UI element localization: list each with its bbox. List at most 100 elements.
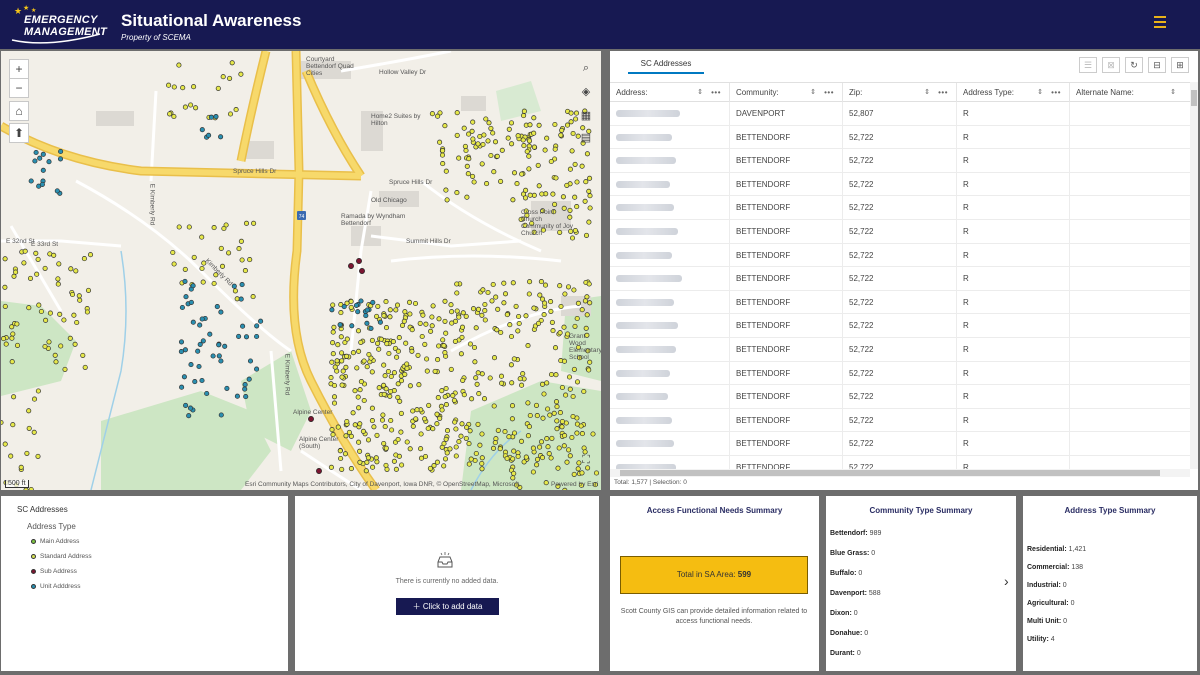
address-point xyxy=(574,379,581,385)
legend-item: Sub Address xyxy=(31,568,77,575)
column-header-alternate-name[interactable]: Alternate Name: ⇕ xyxy=(1070,83,1190,103)
address-point xyxy=(476,391,482,397)
table-row[interactable]: BETTENDORF 52,722 R xyxy=(610,149,1190,173)
zoom-in-button[interactable]: + xyxy=(9,59,29,79)
hamburger-icon[interactable] xyxy=(1154,16,1166,30)
basemap-gallery-icon[interactable]: ▦ xyxy=(577,107,595,125)
address-point xyxy=(2,284,8,290)
community-stat: Durant: 0 xyxy=(830,650,861,657)
show-selected-icon[interactable]: ☰ xyxy=(1079,57,1097,73)
home-icon[interactable]: ⌂ xyxy=(9,101,29,121)
address-point xyxy=(356,405,362,411)
address-point xyxy=(422,341,428,347)
address-point xyxy=(67,335,73,341)
more-icon[interactable]: ••• xyxy=(824,83,834,103)
address-point xyxy=(382,424,388,430)
more-icon[interactable]: ••• xyxy=(711,83,721,103)
cell-community: BETTENDORF xyxy=(730,243,843,267)
address-point xyxy=(545,444,551,450)
column-header-address[interactable]: Address: ⇕ ••• xyxy=(610,83,730,103)
cell-zip: 52,722 xyxy=(843,314,957,338)
table-row[interactable]: BETTENDORF 52,722 R xyxy=(610,337,1190,362)
compass-icon[interactable]: ⬆ xyxy=(9,123,29,143)
address-point xyxy=(350,410,356,416)
map-canvas[interactable]: 74 xyxy=(1,51,601,490)
address-point xyxy=(452,419,458,425)
zoom-out-button[interactable]: − xyxy=(9,78,29,98)
vertical-scrollbar[interactable] xyxy=(1190,82,1198,469)
table-row[interactable]: BETTENDORF 52,722 R xyxy=(610,125,1190,150)
address-point xyxy=(193,105,199,111)
table-row[interactable]: BETTENDORF 52,722 R xyxy=(610,385,1190,409)
sort-icon[interactable]: ⇕ xyxy=(1170,83,1176,103)
esri-powered-by[interactable]: Powered by Esri xyxy=(551,481,598,488)
address-point xyxy=(210,353,216,359)
address-point xyxy=(572,161,578,167)
more-icon[interactable]: ••• xyxy=(1051,83,1061,103)
address-point xyxy=(494,327,500,333)
address-point xyxy=(220,74,226,80)
afn-total-box: Total in SA Area: 599 xyxy=(620,556,808,594)
more-icon[interactable]: ••• xyxy=(938,83,948,103)
horizontal-scrollbar[interactable] xyxy=(610,469,1190,477)
address-point xyxy=(396,335,402,341)
clear-selection-icon[interactable]: ⊠ xyxy=(1102,57,1120,73)
address-point xyxy=(181,374,187,380)
add-data-button[interactable]: ＋ Click to add data xyxy=(396,598,499,615)
address-point xyxy=(171,113,177,120)
address-point xyxy=(586,219,592,225)
address-point xyxy=(504,312,510,318)
filter-icon[interactable]: ⊟ xyxy=(1148,57,1166,73)
column-header-zip[interactable]: Zip: ⇕ ••• xyxy=(843,83,957,103)
table-row[interactable]: BETTENDORF 52,722 R xyxy=(610,361,1190,386)
address-point xyxy=(26,305,32,311)
address-point xyxy=(80,352,86,358)
table-row[interactable]: BETTENDORF 52,722 R xyxy=(610,290,1190,315)
address-point xyxy=(238,238,244,244)
sort-icon[interactable]: ⇕ xyxy=(924,83,930,103)
table-row[interactable]: BETTENDORF 52,722 R xyxy=(610,219,1190,244)
table-footer-total: Total: 1,577 | Selection: 0 xyxy=(614,479,687,486)
table-row[interactable]: BETTENDORF 52,722 R xyxy=(610,432,1190,456)
fullscreen-icon[interactable]: ⛶ xyxy=(577,451,595,469)
sort-icon[interactable]: ⇕ xyxy=(1037,83,1043,103)
address-point xyxy=(466,131,472,137)
address-point xyxy=(534,456,541,462)
column-header-community[interactable]: Community: ⇕ ••• xyxy=(730,83,843,103)
address-point xyxy=(477,133,483,140)
address-point xyxy=(186,413,192,419)
sort-icon[interactable]: ⇕ xyxy=(810,83,816,103)
grid-icon[interactable]: ⊞ xyxy=(1171,57,1189,73)
table-row[interactable]: BETTENDORF 52,722 R xyxy=(610,408,1190,433)
address-point xyxy=(218,134,224,140)
table-row[interactable]: BETTENDORF 52,722 R xyxy=(610,196,1190,220)
address-point xyxy=(527,279,533,285)
address-point xyxy=(524,148,530,155)
tab-sc-addresses[interactable]: SC Addresses xyxy=(628,59,704,74)
table-row[interactable]: BETTENDORF 52,722 R xyxy=(610,455,1190,469)
sort-icon[interactable]: ⇕ xyxy=(697,83,703,103)
layers-icon[interactable]: ◈ xyxy=(577,83,595,101)
address-point xyxy=(404,365,410,371)
address-point xyxy=(559,424,565,430)
cell-community: BETTENDORF xyxy=(730,267,843,291)
column-header-address-type[interactable]: Address Type: ⇕ ••• xyxy=(957,83,1070,103)
chevron-right-icon[interactable]: › xyxy=(1004,573,1009,589)
refresh-icon[interactable]: ↻ xyxy=(1125,57,1143,73)
table-row[interactable]: BETTENDORF 52,722 R xyxy=(610,314,1190,338)
address-point xyxy=(583,232,590,238)
address-point xyxy=(370,464,376,470)
address-point xyxy=(358,379,364,385)
address-point xyxy=(454,190,460,196)
address-point xyxy=(559,127,565,133)
table-row[interactable]: BETTENDORF 52,722 R xyxy=(610,267,1190,291)
address-point xyxy=(441,440,447,447)
table-row[interactable]: BETTENDORF 52,722 R xyxy=(610,172,1190,197)
table-row[interactable]: BETTENDORF 52,722 R xyxy=(610,243,1190,268)
address-point xyxy=(14,342,21,348)
search-icon[interactable]: ⌕ xyxy=(577,59,595,77)
map-view[interactable]: 74 Spruce Hills Dr Spruce Hills Dr Summi… xyxy=(1,51,601,490)
address-point xyxy=(442,394,448,400)
table-icon[interactable]: ▤ xyxy=(577,129,595,147)
table-row[interactable]: DAVENPORT 52,807 R xyxy=(610,102,1190,126)
